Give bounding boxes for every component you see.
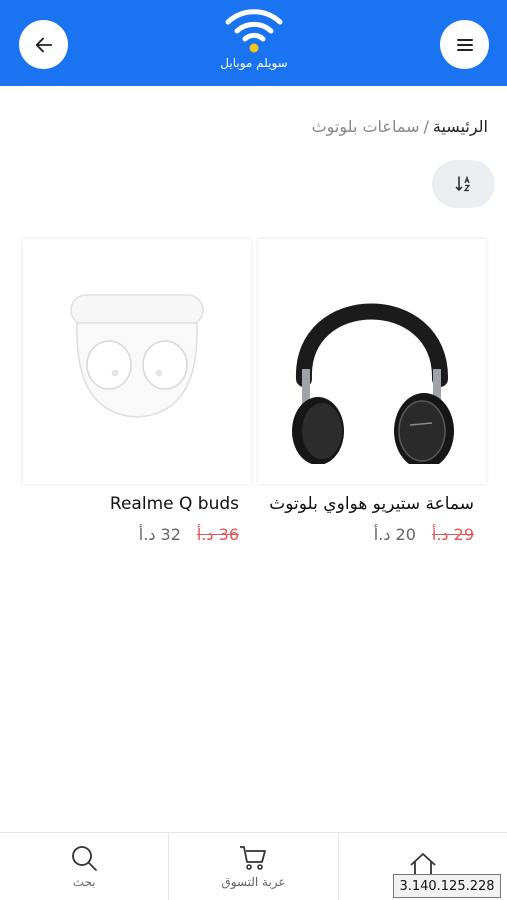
product-old-price: 36 د.أ [196, 525, 239, 544]
nav-cart-label: عربة التسوق [221, 875, 286, 889]
breadcrumb-current: سماعات بلوتوث [311, 117, 420, 136]
wifi-icon [225, 9, 283, 53]
price-row: 20 د.أ 29 د.أ [258, 525, 486, 544]
product-card[interactable]: سماعة ستيريو هواوي بلوتوث 20 د.أ 29 د.أ [258, 239, 486, 544]
product-name[interactable]: Realme Q buds [23, 494, 251, 515]
nav-search-label: بحث [72, 875, 96, 889]
product-image[interactable] [23, 239, 251, 484]
breadcrumb-separator: / [423, 117, 429, 136]
earbuds-image [70, 293, 204, 418]
price-row: 32 د.أ 36 د.أ [23, 525, 251, 544]
arrow-left-icon [35, 37, 52, 52]
app-header: سويلم موبايل [0, 0, 507, 86]
brand-logo[interactable]: سويلم موبايل [203, 6, 305, 78]
product-card[interactable]: Realme Q buds 32 د.أ 36 د.أ [23, 239, 251, 544]
nav-cart[interactable]: عربة التسوق [168, 833, 337, 900]
product-price: 32 د.أ [138, 525, 181, 544]
menu-button[interactable] [440, 20, 489, 69]
cart-icon [240, 846, 267, 870]
back-button[interactable] [19, 20, 68, 69]
breadcrumb: الرئيسية/سماعات بلوتوث [312, 117, 488, 136]
product-image[interactable] [258, 239, 486, 484]
product-name[interactable]: سماعة ستيريو هواوي بلوتوث [258, 494, 486, 515]
nav-search[interactable]: بحث [0, 833, 168, 900]
headphones-image [292, 303, 454, 464]
hamburger-menu-icon [456, 38, 473, 51]
sort-alpha-icon [455, 175, 470, 192]
ip-address-badge: 3.140.125.228 [393, 874, 501, 898]
breadcrumb-home-link[interactable]: الرئيسية [433, 117, 488, 136]
product-price: 20 د.أ [373, 525, 416, 544]
sort-button[interactable] [432, 160, 495, 208]
brand-name: سويلم موبايل [220, 56, 288, 70]
product-old-price: 29 د.أ [431, 525, 474, 544]
search-icon [72, 846, 98, 871]
